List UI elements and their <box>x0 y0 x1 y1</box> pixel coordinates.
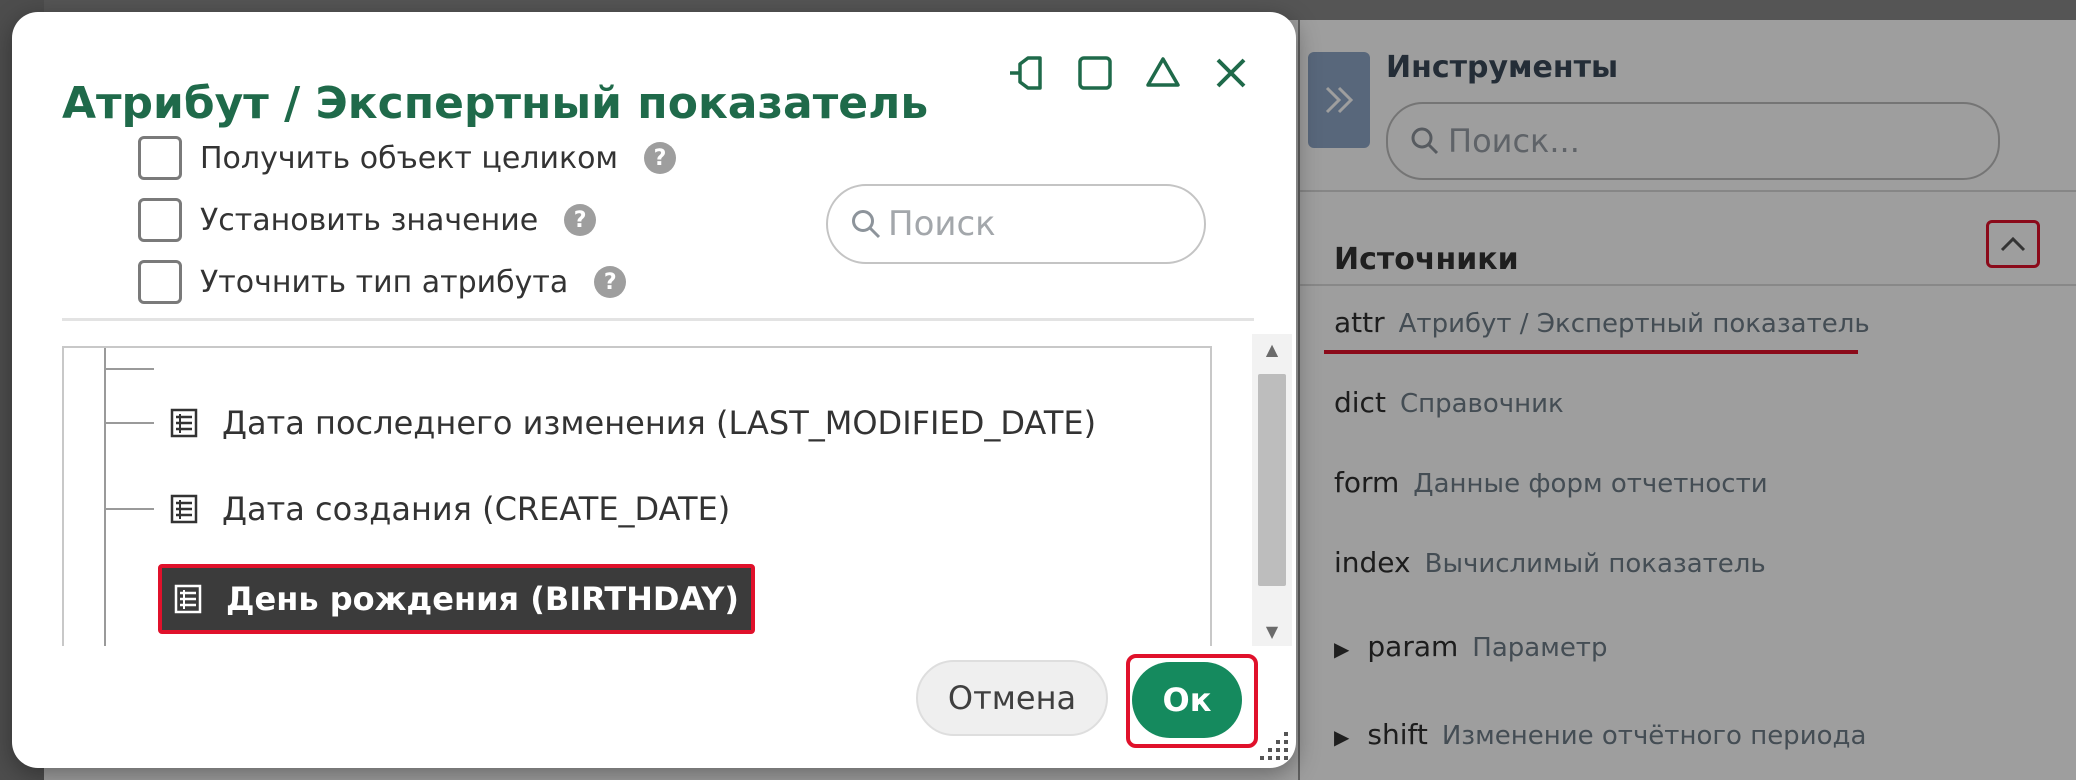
option-refine-attribute-type: Уточнить тип атрибута ? <box>138 260 627 304</box>
checkbox-get-whole-object[interactable] <box>138 136 182 180</box>
help-icon[interactable]: ? <box>564 204 597 236</box>
option-get-whole-object: Получить объект целиком ? <box>138 136 677 180</box>
option-label: Уточнить тип атрибута <box>200 264 569 300</box>
list-icon <box>174 584 202 614</box>
maximize-button[interactable] <box>1072 50 1118 96</box>
ok-button[interactable]: Ок <box>1132 662 1242 738</box>
tree-item-label: День рождения (BIRTHDAY) <box>226 580 739 618</box>
option-set-value: Установить значение ? <box>138 198 597 242</box>
pin-button[interactable] <box>1004 50 1050 96</box>
tree-item-label: Дата последнего изменения (LAST_MODIFIED… <box>222 404 1097 442</box>
dialog-title: Атрибут / Экспертный показатель <box>62 78 929 129</box>
tree-connector <box>104 368 154 370</box>
scroll-up-arrow-icon[interactable]: ▲ <box>1252 334 1292 364</box>
minimize-button[interactable] <box>1140 50 1186 96</box>
close-button[interactable] <box>1208 50 1254 96</box>
checkbox-refine-attribute-type[interactable] <box>138 260 182 304</box>
scrollbar-thumb[interactable] <box>1258 374 1286 586</box>
scroll-down-arrow-icon[interactable]: ▼ <box>1252 616 1292 646</box>
help-icon[interactable]: ? <box>644 142 677 174</box>
attribute-tree: Дата последнего изменения (LAST_MODIFIED… <box>62 346 1212 646</box>
tree-item-create-date[interactable]: Дата создания (CREATE_DATE) <box>158 474 742 544</box>
checkbox-set-value[interactable] <box>138 198 182 242</box>
tree-scrollbar[interactable]: ▲ ▼ <box>1252 334 1292 646</box>
maximize-icon <box>1078 56 1112 90</box>
option-label: Получить объект целиком <box>200 140 619 176</box>
tree-connector <box>104 508 154 510</box>
list-icon <box>170 494 198 524</box>
tree-connector <box>104 348 106 646</box>
search-placeholder: Поиск <box>888 204 996 244</box>
list-icon <box>170 408 198 438</box>
help-icon[interactable]: ? <box>594 266 627 298</box>
option-label: Установить значение <box>200 202 539 238</box>
tree-item-label: Дата создания (CREATE_DATE) <box>222 490 731 528</box>
attribute-dialog: Атрибут / Экспертный показатель Получить… <box>12 12 1296 768</box>
minimize-icon <box>1146 57 1180 87</box>
tree-connector <box>104 422 154 424</box>
tree-item-birthday[interactable]: День рождения (BIRTHDAY) <box>158 564 755 634</box>
screen: Инструменты Поиск... Источники attr Атри… <box>0 0 2076 780</box>
search-icon <box>852 210 881 239</box>
resize-grip-icon[interactable] <box>1258 730 1292 764</box>
tree-item-last-modified-date[interactable]: Дата последнего изменения (LAST_MODIFIED… <box>158 388 1108 458</box>
cancel-button[interactable]: Отмена <box>916 660 1108 736</box>
dialog-separator <box>62 318 1254 321</box>
search-input[interactable]: Поиск <box>826 184 1206 264</box>
window-controls <box>1004 50 1254 96</box>
pin-icon <box>1010 56 1042 90</box>
close-icon <box>1216 58 1246 88</box>
